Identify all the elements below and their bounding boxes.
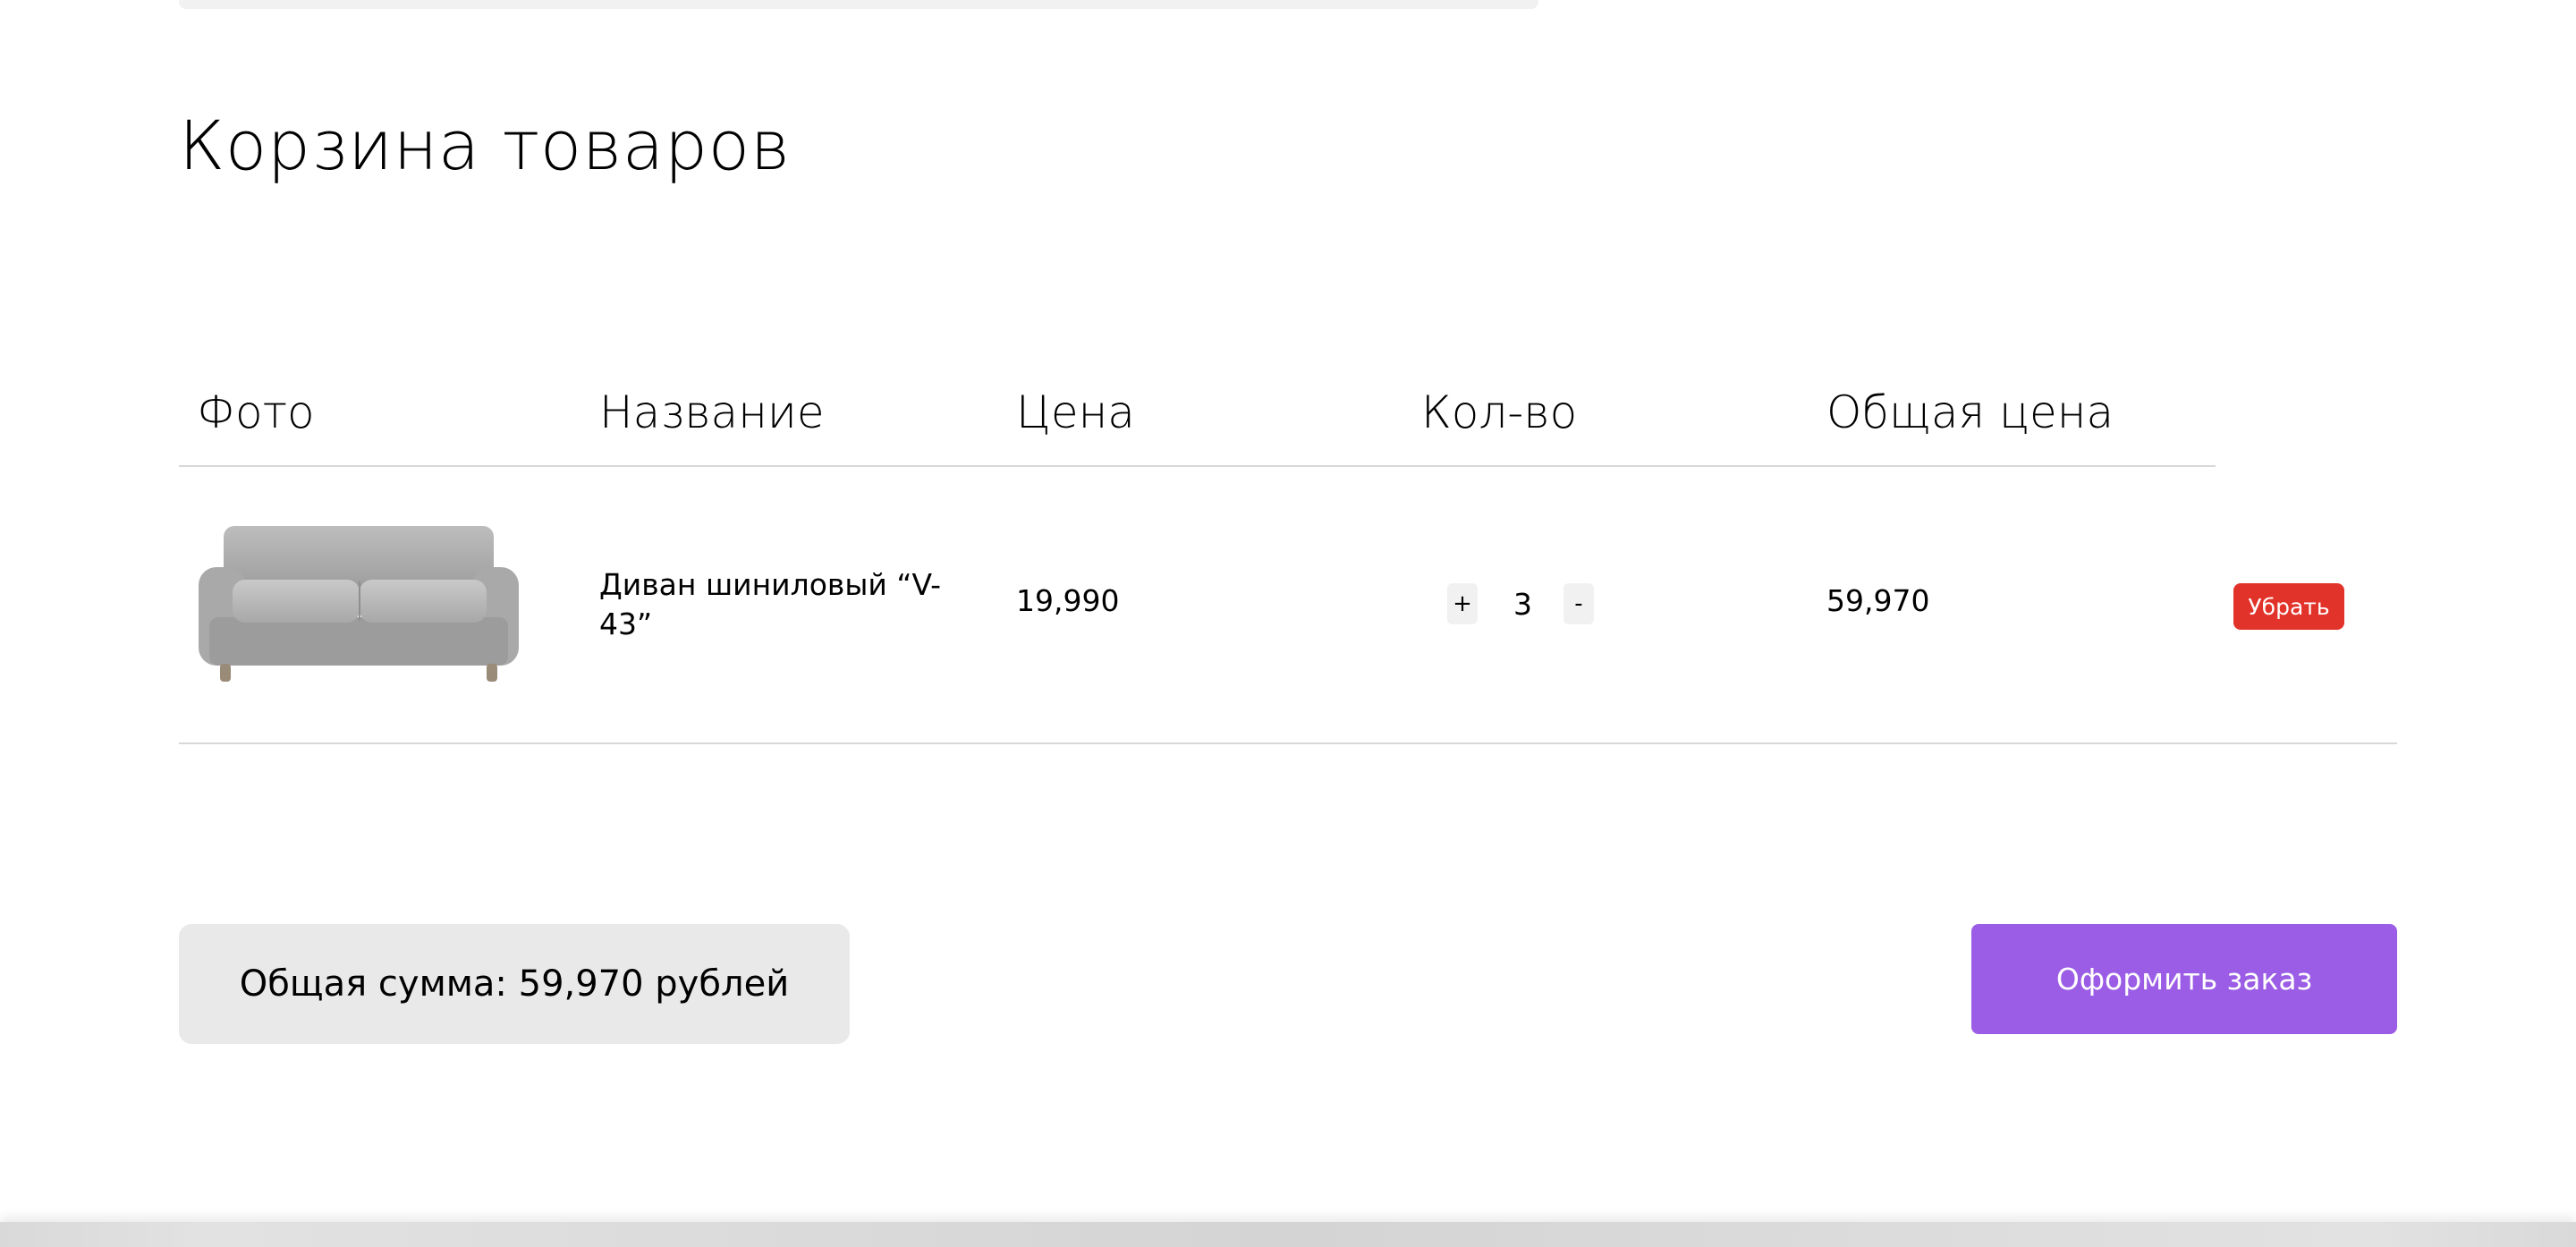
header-quantity: Кол-во (1421, 386, 1578, 438)
cart-total-summary: Общая сумма: 59,970 рублей (179, 924, 850, 1044)
header-photo: Фото (197, 386, 315, 438)
header-name: Название (599, 386, 825, 438)
cart-page: Корзина товаров Фото Название Цена Кол-в… (0, 0, 2576, 1247)
footer-edge (0, 1222, 2576, 1247)
header-bar-edge (179, 0, 1538, 9)
table-row: Диван шиниловый “V-43” 19,990 + 3 - 59,9… (179, 467, 2397, 744)
product-name: Диван шиниловый “V-43” (599, 567, 941, 641)
quantity-increase-button[interactable]: + (1447, 583, 1478, 624)
product-photo (197, 524, 521, 685)
quantity-decrease-button[interactable]: - (1563, 583, 1594, 624)
header-price: Цена (1016, 386, 1135, 438)
checkout-button[interactable]: Оформить заказ (1971, 924, 2397, 1034)
header-total: Общая цена (1826, 386, 2114, 438)
page-title: Корзина товаров (179, 106, 791, 185)
table-header: Фото Название Цена Кол-во Общая цена (179, 383, 2216, 467)
quantity-value: 3 (1513, 587, 1532, 622)
sofa-image-icon (199, 526, 519, 682)
product-price: 19,990 (1016, 583, 1120, 618)
remove-item-button[interactable]: Убрать (2233, 583, 2344, 630)
row-total-price: 59,970 (1826, 583, 1930, 618)
